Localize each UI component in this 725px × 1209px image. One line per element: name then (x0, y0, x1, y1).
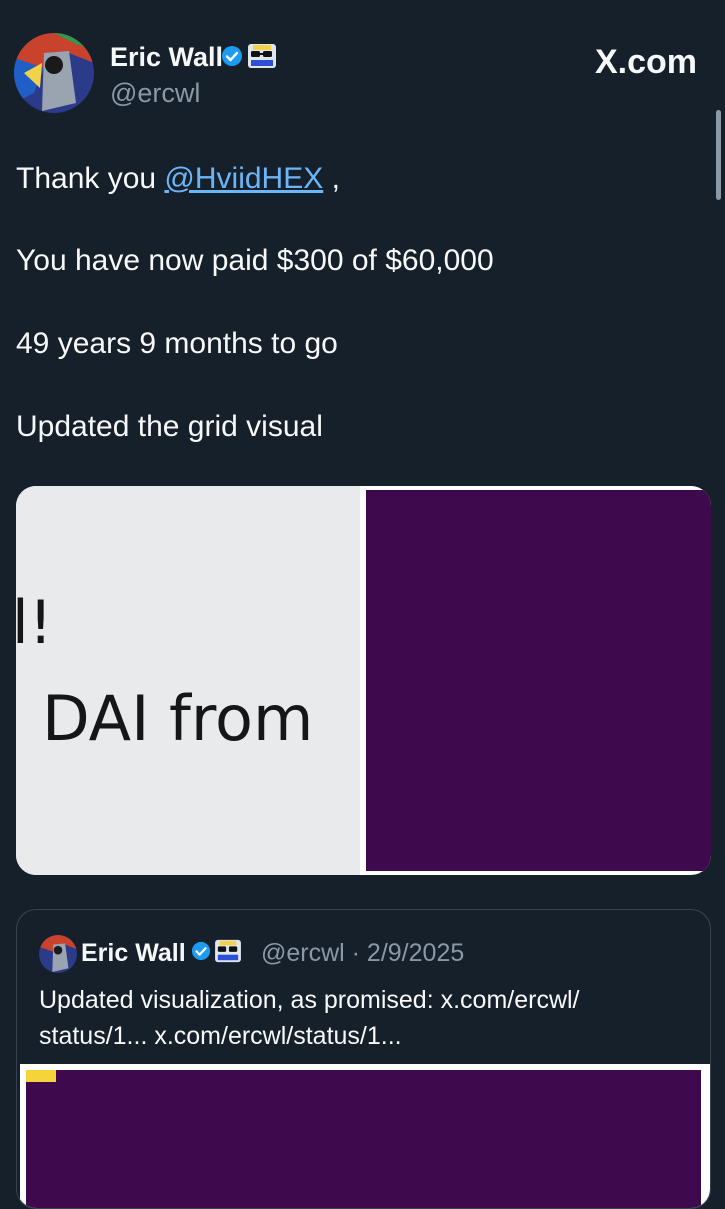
quote-tweet[interactable]: Eric Wall @ercwl · 2/9/2025 Updated visu… (16, 909, 711, 1209)
verified-badge-icon (221, 45, 243, 72)
author-badges (221, 43, 277, 74)
media-grid[interactable]: l! DAI from (16, 486, 711, 875)
tweet-line-update: Updated the grid visual (16, 410, 323, 443)
quote-author-name: Eric Wall (81, 939, 186, 967)
quote-grid-filled-cell (26, 1070, 56, 1082)
cropped-image-text-1: l! (16, 588, 53, 658)
media-image-right[interactable] (366, 490, 711, 871)
tweet-line-thanks: Thank you @HviidHEX , (16, 160, 340, 198)
tweet-line-paid: You have now paid $300 of $60,000 (16, 244, 494, 277)
tweet-text-suffix: , (323, 162, 340, 195)
quote-text: Updated visualization, as promised: x.co… (39, 986, 580, 1050)
author-avatar[interactable] (14, 33, 94, 113)
quote-avatar (39, 935, 77, 973)
verified-badge-icon (191, 941, 211, 966)
tweet-line-remaining: 49 years 9 months to go (16, 327, 338, 360)
tweet-text-prefix: Thank you (16, 162, 165, 195)
quote-media (20, 1064, 710, 1208)
sunglasses-emoji-icon (247, 43, 277, 74)
sunglasses-emoji-icon (214, 939, 242, 968)
scrollbar[interactable] (716, 110, 721, 200)
author-name[interactable]: Eric Wall (110, 40, 223, 74)
media-image-left[interactable]: l! DAI from (16, 486, 360, 875)
x-logo[interactable]: X.com (595, 43, 697, 81)
cropped-image-text-2: DAI from (42, 682, 314, 755)
quote-handle-date: @ercwl · 2/9/2025 (261, 939, 465, 967)
mention-link[interactable]: @HviidHEX (164, 162, 323, 195)
quote-badges (191, 939, 242, 968)
author-handle[interactable]: @ercwl (110, 76, 200, 110)
quote-media-grid (26, 1070, 701, 1208)
